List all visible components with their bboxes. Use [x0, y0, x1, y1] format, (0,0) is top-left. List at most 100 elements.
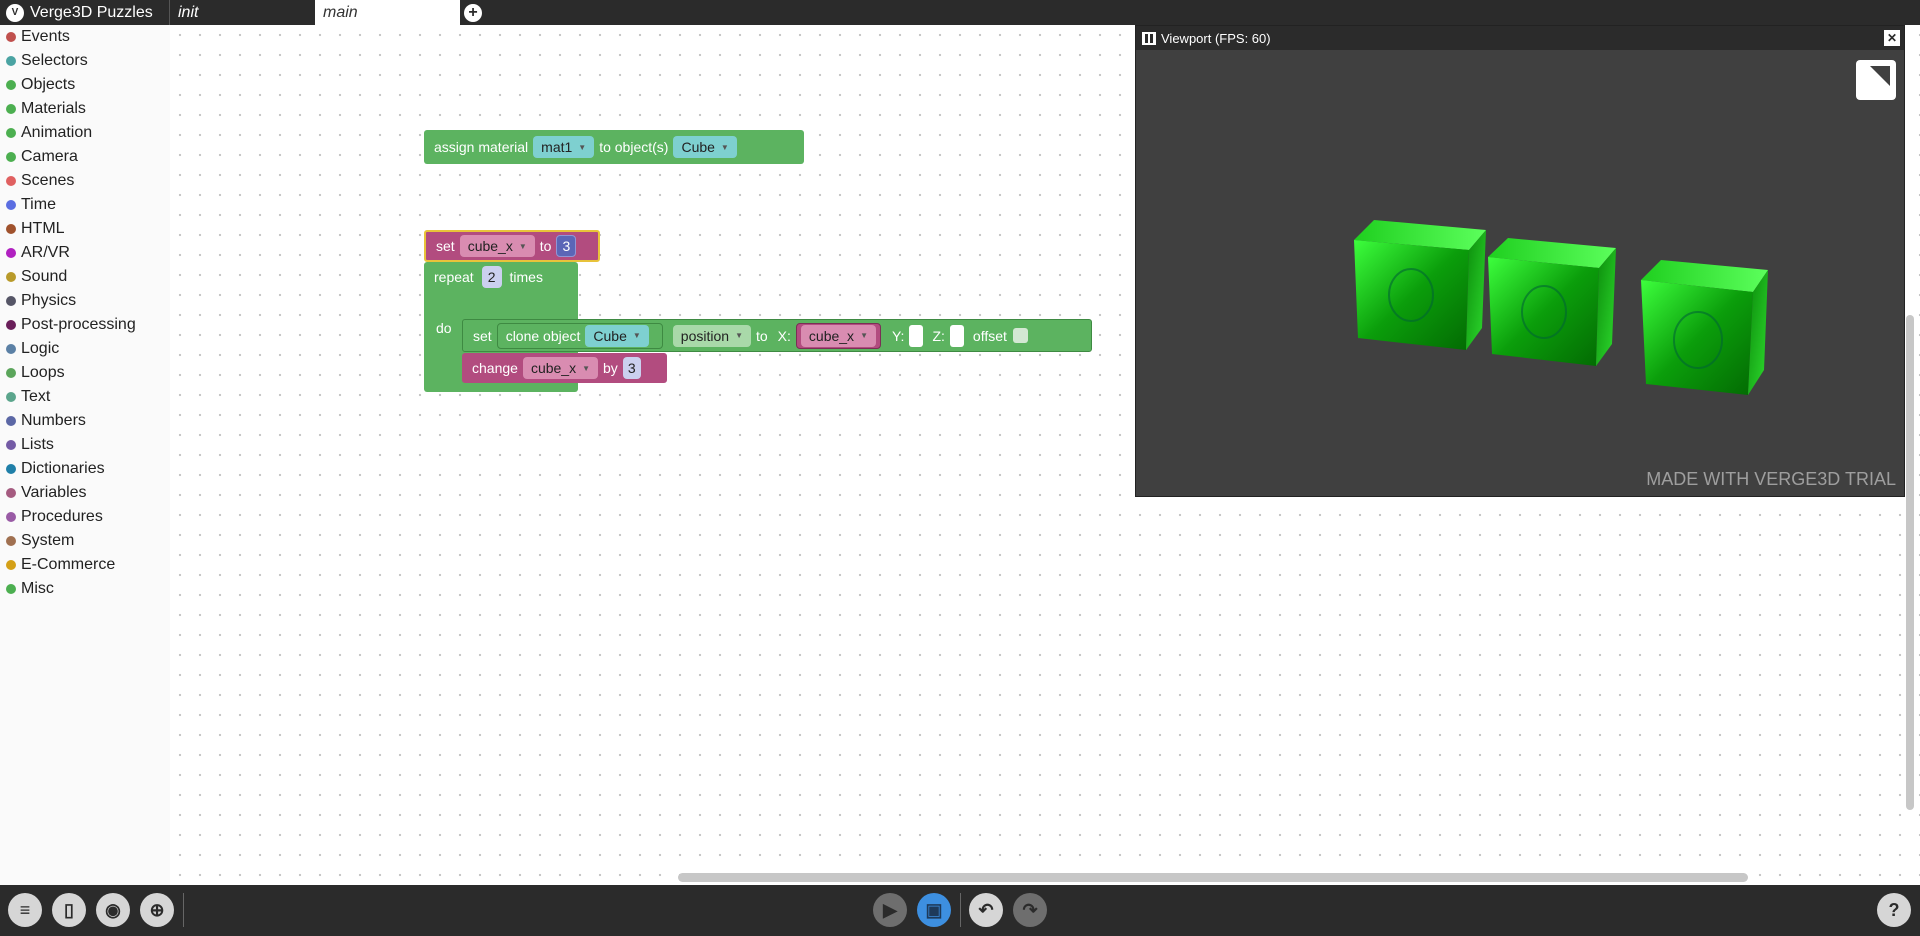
tab-main[interactable]: main: [315, 0, 460, 25]
category-item-materials[interactable]: Materials: [0, 97, 170, 121]
category-item-variables[interactable]: Variables: [0, 481, 170, 505]
variable-dropdown[interactable]: cube_x ▼: [459, 235, 535, 257]
category-item-objects[interactable]: Objects: [0, 73, 170, 97]
green-cube: [1641, 260, 1768, 395]
pause-icon[interactable]: [1142, 31, 1156, 45]
category-item-sound[interactable]: Sound: [0, 265, 170, 289]
trial-watermark: MADE WITH VERGE3D TRIAL: [1646, 469, 1896, 489]
category-item-lists[interactable]: Lists: [0, 433, 170, 457]
vertical-scrollbar[interactable]: [1906, 315, 1914, 810]
category-item-procedures[interactable]: Procedures: [0, 505, 170, 529]
category-item-animation[interactable]: Animation: [0, 121, 170, 145]
category-item-physics[interactable]: Physics: [0, 289, 170, 313]
change-variable-block[interactable]: change cube_x ▼ by 3: [462, 353, 667, 383]
dropdown-value: Cube: [681, 139, 715, 155]
help-icon[interactable]: ?: [1877, 893, 1911, 927]
z-label: Z:: [932, 327, 945, 344]
variable-dropdown[interactable]: cube_x ▼: [800, 324, 876, 347]
category-item-time[interactable]: Time: [0, 193, 170, 217]
category-dot-icon: [6, 320, 16, 330]
category-item-scenes[interactable]: Scenes: [0, 169, 170, 193]
property-dropdown[interactable]: position ▼: [672, 324, 751, 347]
chevron-down-icon: ▼: [860, 331, 868, 340]
category-item-selectors[interactable]: Selectors: [0, 49, 170, 73]
top-bar: V Verge3D Puzzles init main +: [0, 0, 1920, 25]
assign-material-block[interactable]: assign material mat1 ▼ to object(s) Cube ▼: [424, 130, 804, 164]
category-item-loops[interactable]: Loops: [0, 361, 170, 385]
category-item-dictionaries[interactable]: Dictionaries: [0, 457, 170, 481]
category-dot-icon: [6, 200, 16, 210]
undo-icon[interactable]: ↶: [969, 893, 1003, 927]
category-dot-icon: [6, 176, 16, 186]
clone-object-block[interactable]: clone object Cube ▼: [496, 322, 663, 349]
object-dropdown[interactable]: Cube ▼: [673, 136, 737, 158]
category-dot-icon: [6, 104, 16, 114]
green-cube: [1488, 238, 1616, 366]
save-icon[interactable]: ▣: [917, 893, 951, 927]
add-tab-icon[interactable]: +: [464, 3, 482, 22]
offset-checkbox[interactable]: [1012, 328, 1028, 343]
z-input-slot[interactable]: [949, 324, 964, 347]
category-item-html[interactable]: HTML: [0, 217, 170, 241]
material-dropdown[interactable]: mat1 ▼: [533, 136, 595, 158]
block-label: repeat: [434, 269, 474, 285]
app-title[interactable]: V Verge3D Puzzles: [0, 0, 170, 25]
category-label: Materials: [21, 100, 86, 117]
category-label: System: [21, 532, 75, 549]
category-dot-icon: [6, 56, 16, 66]
category-dot-icon: [6, 368, 16, 378]
play-icon[interactable]: ▶: [873, 893, 907, 927]
chevron-down-icon: ▼: [720, 142, 729, 152]
category-label: Numbers: [21, 412, 86, 429]
dropdown-value: cube_x: [808, 327, 855, 344]
chevron-down-icon: ▼: [578, 142, 587, 152]
block-label: to: [755, 327, 768, 344]
category-dot-icon: [6, 392, 16, 402]
tab-label: main: [323, 3, 358, 21]
chevron-down-icon: ▼: [518, 241, 527, 251]
verge3d-logo-icon: V: [6, 3, 24, 22]
scene-canvas[interactable]: [1136, 50, 1904, 496]
category-item-e-commerce[interactable]: E-Commerce: [0, 553, 170, 577]
viewport-panel[interactable]: Viewport (FPS: 60) ✕ MADE WITH VERGE3D T…: [1135, 25, 1905, 497]
set-clone-object-block[interactable]: set clone object Cube ▼ position ▼ to X: c…: [462, 319, 1092, 352]
category-item-camera[interactable]: Camera: [0, 145, 170, 169]
library-icon[interactable]: ≡: [8, 893, 42, 927]
category-item-post-processing[interactable]: Post-processing: [0, 313, 170, 337]
app-title-label: Verge3D Puzzles: [30, 3, 153, 21]
category-item-text[interactable]: Text: [0, 385, 170, 409]
category-label: Physics: [21, 292, 77, 309]
target-icon[interactable]: ⊕: [140, 893, 174, 927]
camera-icon[interactable]: ◉: [96, 893, 130, 927]
category-item-numbers[interactable]: Numbers: [0, 409, 170, 433]
category-item-system[interactable]: System: [0, 529, 170, 553]
category-label: Animation: [21, 124, 93, 141]
tab-init[interactable]: init: [170, 0, 315, 25]
x-variable-block[interactable]: cube_x ▼: [795, 322, 881, 349]
y-label: Y:: [891, 327, 905, 344]
block-label: set: [436, 238, 455, 254]
number-input[interactable]: 3: [556, 235, 577, 257]
category-label: E-Commerce: [21, 556, 116, 573]
close-icon[interactable]: ✕: [1884, 30, 1900, 46]
category-item-misc[interactable]: Misc: [0, 577, 170, 601]
viewport-header: Viewport (FPS: 60) ✕: [1136, 26, 1904, 50]
horizontal-scrollbar[interactable]: [678, 873, 1748, 882]
category-label: Sound: [21, 268, 68, 285]
category-item-events[interactable]: Events: [0, 25, 170, 49]
category-item-logic[interactable]: Logic: [0, 337, 170, 361]
number-input[interactable]: 3: [622, 357, 641, 379]
category-label: Lists: [21, 436, 54, 453]
variable-dropdown[interactable]: cube_x ▼: [522, 357, 599, 379]
category-label: Variables: [21, 484, 87, 501]
clone-object-dropdown[interactable]: Cube ▼: [585, 324, 649, 347]
offset-label: offset: [972, 327, 1007, 344]
y-input-slot[interactable]: [909, 324, 924, 347]
category-dot-icon: [6, 560, 16, 570]
redo-icon[interactable]: ↷: [1013, 893, 1047, 927]
repeat-count-input[interactable]: 2: [481, 266, 502, 288]
set-variable-block[interactable]: set cube_x ▼ to 3: [424, 230, 600, 262]
category-item-ar-vr[interactable]: AR/VR: [0, 241, 170, 265]
block-label: clone object: [505, 327, 581, 344]
notebook-icon[interactable]: ▯: [52, 893, 86, 927]
